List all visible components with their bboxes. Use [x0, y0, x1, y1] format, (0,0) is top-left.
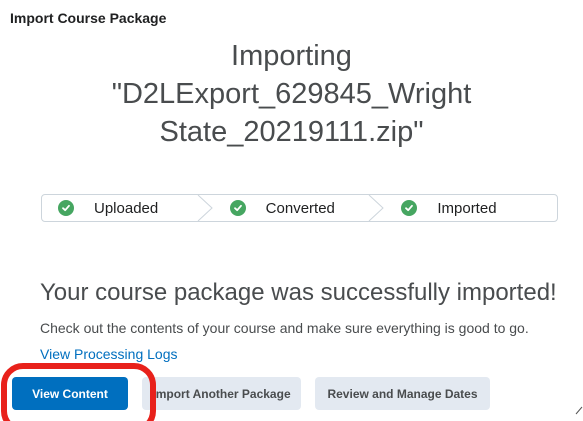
step-imported: Imported: [385, 195, 557, 221]
import-file-title: Importing "D2LExport_629845_Wright State…: [111, 40, 472, 148]
step-separator-chevron: [369, 195, 385, 221]
success-heading: Your course package was successfully imp…: [40, 279, 557, 306]
check-circle-icon: [229, 200, 246, 216]
step-label-converted: Converted: [265, 199, 335, 217]
check-circle-icon: [401, 200, 418, 216]
review-manage-dates-button[interactable]: Review and Manage Dates: [315, 377, 490, 410]
step-uploaded: Uploaded: [42, 195, 214, 221]
success-description: Check out the contents of your course an…: [40, 320, 529, 336]
import-progress-steps: Uploaded Converted Imported: [41, 194, 558, 222]
import-course-package-page: Import Course Package Importing "D2LExpo…: [0, 0, 583, 421]
view-content-button[interactable]: View Content: [12, 377, 128, 410]
step-label-uploaded: Uploaded: [94, 199, 159, 217]
step-converted: Converted: [214, 195, 386, 221]
page-header-title: Import Course Package: [10, 10, 167, 26]
resize-handle-icon: [575, 406, 583, 415]
step-label-imported: Imported: [437, 199, 497, 217]
import-another-package-button[interactable]: Import Another Package: [142, 377, 301, 410]
view-processing-logs-link[interactable]: View Processing Logs: [40, 346, 177, 362]
step-separator-chevron: [197, 195, 213, 221]
check-circle-icon: [58, 200, 74, 216]
